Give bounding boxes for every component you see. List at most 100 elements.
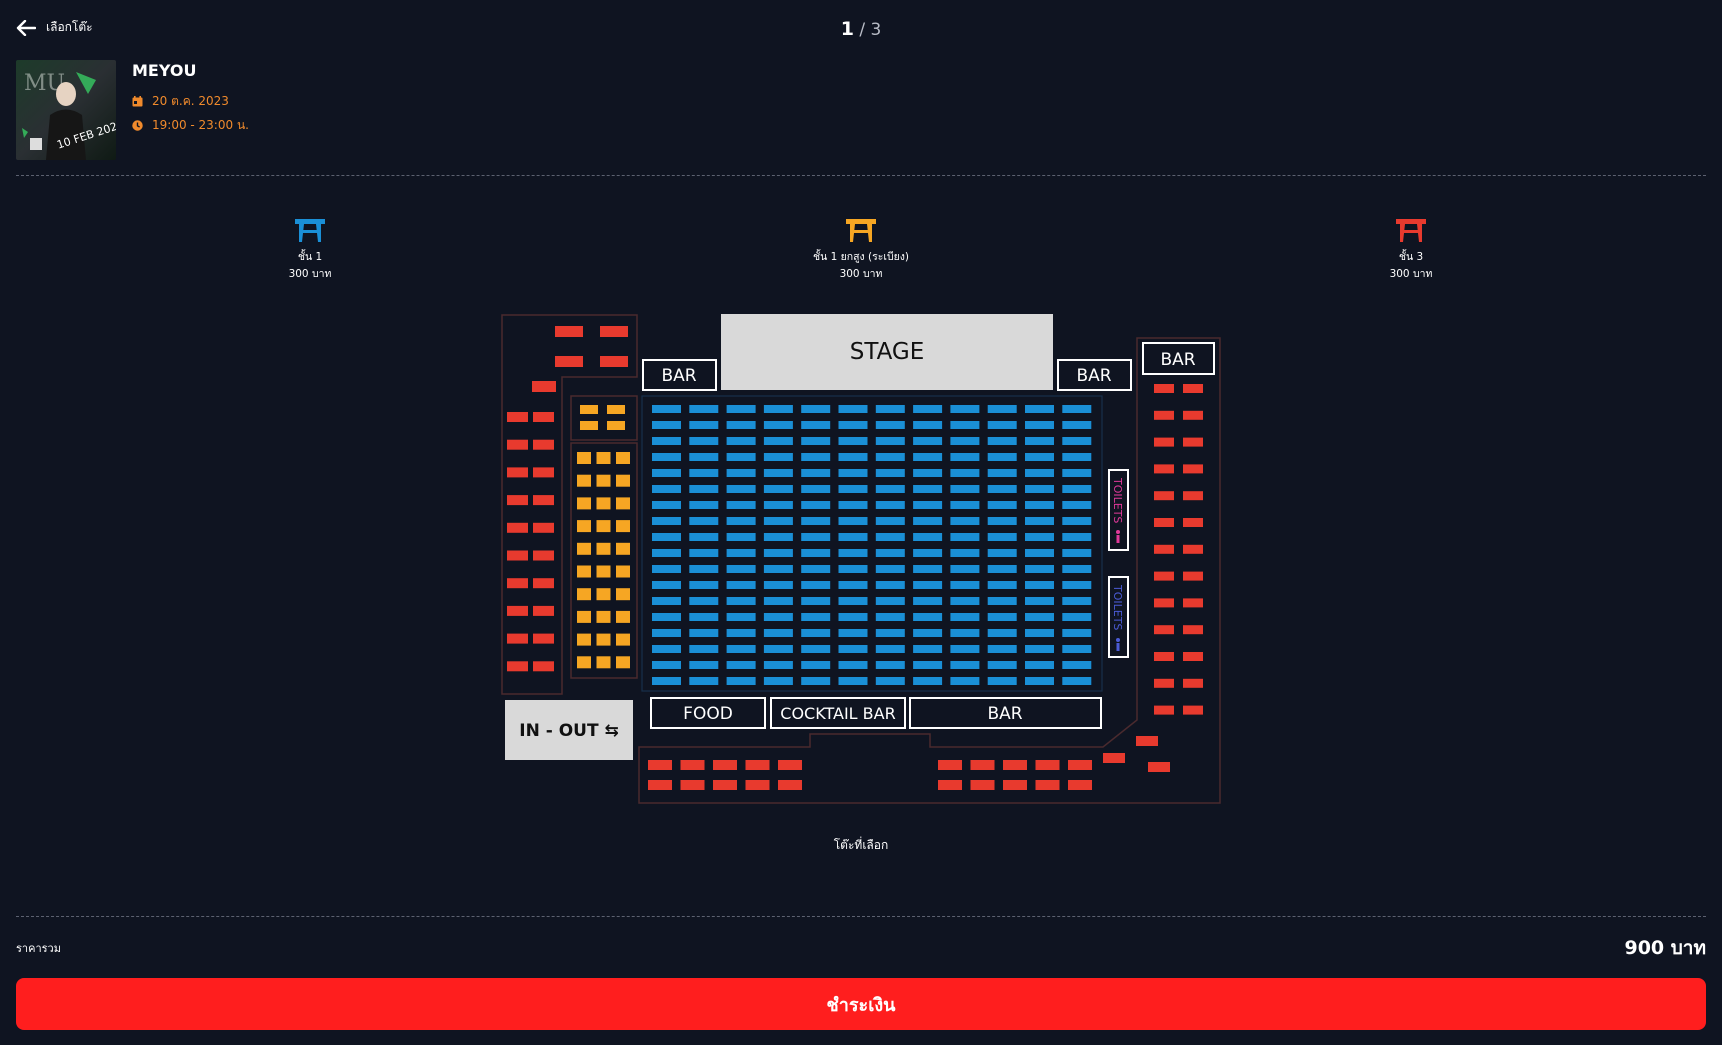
table-zone1[interactable] <box>1025 645 1054 653</box>
table-zone1-raised[interactable] <box>596 542 611 555</box>
table-zone1[interactable] <box>726 597 756 605</box>
table-zone1-raised[interactable] <box>596 565 611 578</box>
table-zone1[interactable] <box>875 517 905 525</box>
table-zone1[interactable] <box>1025 469 1054 477</box>
table-zone3[interactable] <box>1003 760 1027 770</box>
table-zone1[interactable] <box>652 405 681 413</box>
table-zone1[interactable] <box>801 421 831 429</box>
table-zone1[interactable] <box>726 469 756 477</box>
table-zone3[interactable] <box>600 326 628 337</box>
table-zone1[interactable] <box>950 405 980 413</box>
table-zone1[interactable] <box>875 469 905 477</box>
table-zone1[interactable] <box>913 405 943 413</box>
table-zone1[interactable] <box>652 581 681 589</box>
table-zone1[interactable] <box>987 581 1017 589</box>
table-zone1[interactable] <box>801 501 831 509</box>
table-zone1[interactable] <box>726 421 756 429</box>
table-zone3[interactable] <box>555 356 583 367</box>
table-zone3[interactable] <box>778 780 802 790</box>
table-zone1[interactable] <box>689 485 719 493</box>
table-zone1[interactable] <box>875 597 905 605</box>
table-zone1[interactable] <box>875 677 905 685</box>
table-zone1[interactable] <box>913 597 943 605</box>
table-zone1[interactable] <box>689 661 719 669</box>
table-zone1[interactable] <box>838 517 868 525</box>
table-zone1[interactable] <box>950 581 980 589</box>
table-zone1[interactable] <box>801 597 831 605</box>
table-zone1[interactable] <box>950 613 980 621</box>
table-zone3[interactable] <box>533 661 554 672</box>
table-zone1[interactable] <box>801 565 831 573</box>
table-zone3[interactable] <box>745 780 770 790</box>
table-zone1[interactable] <box>875 485 905 493</box>
table-zone1[interactable] <box>987 405 1017 413</box>
table-zone1-raised[interactable] <box>616 588 630 601</box>
table-zone1[interactable] <box>763 629 793 637</box>
table-zone1-raised[interactable] <box>616 474 630 487</box>
table-zone1[interactable] <box>801 661 831 669</box>
table-zone3[interactable] <box>1183 625 1203 635</box>
table-zone1[interactable] <box>838 405 868 413</box>
table-zone1-raised[interactable] <box>616 497 630 510</box>
table-zone3[interactable] <box>555 326 583 337</box>
table-zone3[interactable] <box>970 780 995 790</box>
table-zone1[interactable] <box>913 517 943 525</box>
table-zone1[interactable] <box>875 501 905 509</box>
table-zone1[interactable] <box>726 533 756 541</box>
table-zone3[interactable] <box>1103 753 1125 763</box>
table-zone3[interactable] <box>745 760 770 770</box>
table-zone1[interactable] <box>838 453 868 461</box>
table-zone1[interactable] <box>1062 549 1092 557</box>
table-zone1[interactable] <box>801 629 831 637</box>
table-zone3[interactable] <box>713 780 737 790</box>
table-zone3[interactable] <box>507 605 528 616</box>
table-zone1[interactable] <box>913 677 943 685</box>
table-zone3[interactable] <box>1154 625 1174 635</box>
table-zone1[interactable] <box>838 581 868 589</box>
table-zone1[interactable] <box>1062 405 1092 413</box>
table-zone1[interactable] <box>950 533 980 541</box>
table-zone1[interactable] <box>1025 533 1054 541</box>
table-zone1[interactable] <box>987 485 1017 493</box>
table-zone1[interactable] <box>652 437 681 445</box>
table-zone1-raised[interactable] <box>596 656 611 669</box>
table-zone1-raised[interactable] <box>596 633 611 646</box>
table-zone3[interactable] <box>507 495 528 506</box>
table-zone1[interactable] <box>801 405 831 413</box>
table-zone1[interactable] <box>1062 453 1092 461</box>
table-zone1[interactable] <box>1025 437 1054 445</box>
table-zone1[interactable] <box>689 613 719 621</box>
table-zone1-raised[interactable] <box>596 610 611 623</box>
table-zone1-raised[interactable] <box>596 452 611 464</box>
table-zone1[interactable] <box>1025 501 1054 509</box>
table-zone3[interactable] <box>533 578 554 589</box>
table-zone3[interactable] <box>1154 678 1174 688</box>
table-zone1[interactable] <box>838 437 868 445</box>
table-zone1[interactable] <box>1062 517 1092 525</box>
table-zone1[interactable] <box>726 581 756 589</box>
table-zone1[interactable] <box>763 661 793 669</box>
table-zone1[interactable] <box>875 565 905 573</box>
table-zone1[interactable] <box>987 453 1017 461</box>
table-zone1[interactable] <box>1025 565 1054 573</box>
table-zone1[interactable] <box>1025 405 1054 413</box>
table-zone1[interactable] <box>763 469 793 477</box>
table-zone1[interactable] <box>689 517 719 525</box>
table-zone1[interactable] <box>689 645 719 653</box>
table-zone1[interactable] <box>950 597 980 605</box>
table-zone1[interactable] <box>987 549 1017 557</box>
table-zone3[interactable] <box>938 760 962 770</box>
table-zone1[interactable] <box>652 517 681 525</box>
table-zone1[interactable] <box>763 517 793 525</box>
table-zone3[interactable] <box>648 780 672 790</box>
table-zone3[interactable] <box>507 578 528 589</box>
table-zone3[interactable] <box>1035 780 1060 790</box>
table-zone1[interactable] <box>987 629 1017 637</box>
table-zone1[interactable] <box>801 613 831 621</box>
table-zone1[interactable] <box>913 613 943 621</box>
table-zone3[interactable] <box>1003 780 1027 790</box>
table-zone1[interactable] <box>987 469 1017 477</box>
table-zone1[interactable] <box>763 597 793 605</box>
table-zone3[interactable] <box>533 605 554 616</box>
table-zone1[interactable] <box>1062 469 1092 477</box>
